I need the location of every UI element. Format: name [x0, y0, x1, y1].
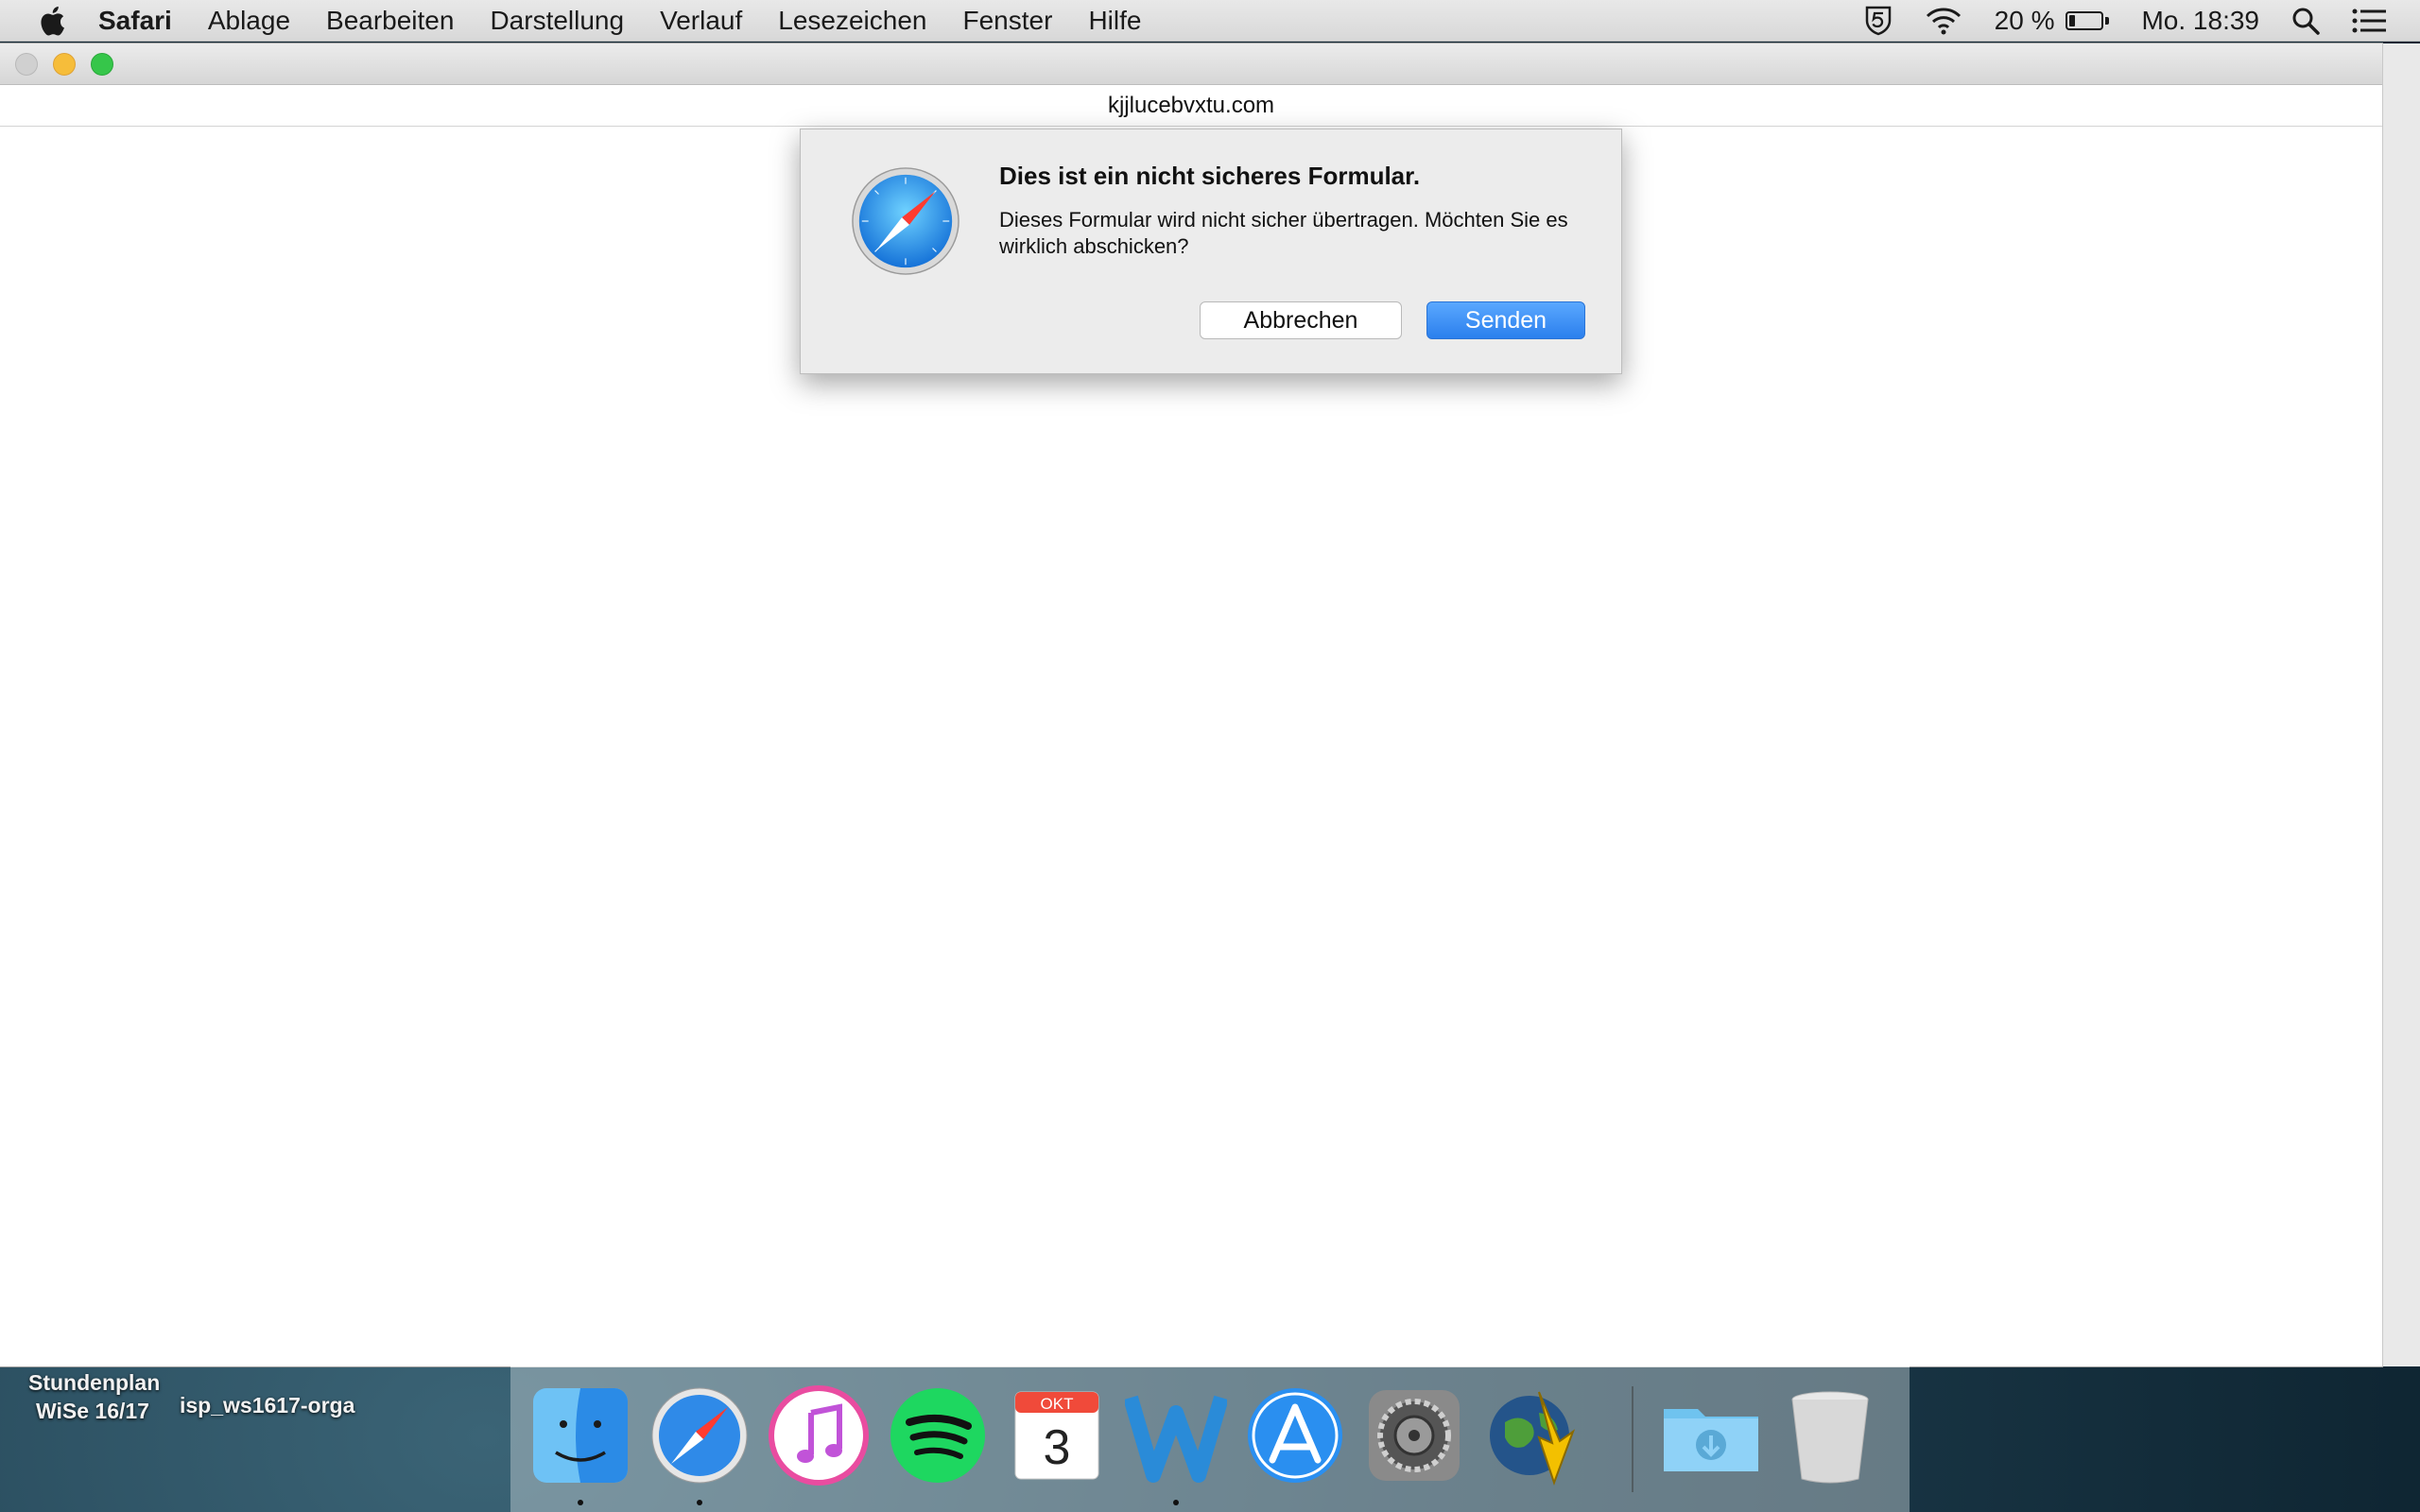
- menu-fenster[interactable]: Fenster: [963, 6, 1053, 36]
- safari-icon[interactable]: [648, 1384, 751, 1486]
- insecure-form-dialog: Dies ist ein nicht sicheres Formular. Di…: [800, 129, 1622, 374]
- window-minimize-button[interactable]: [53, 53, 76, 76]
- window-titlebar[interactable]: [0, 43, 2382, 85]
- dock-separator: [1632, 1386, 1634, 1492]
- battery-fill: [2069, 14, 2076, 26]
- desktop-item-label: Stundenplan: [28, 1370, 161, 1395]
- desktop-item-stundenplan[interactable]: Stundenplan WiSe 16/17: [28, 1368, 160, 1425]
- address-bar[interactable]: kjjlucebvxtu.com: [0, 85, 2382, 127]
- window-fullscreen-button[interactable]: [91, 53, 113, 76]
- menu-verlauf[interactable]: Verlauf: [660, 6, 742, 36]
- shield-5-icon[interactable]: [1864, 5, 1893, 37]
- address-url: kjjlucebvxtu.com: [1107, 92, 1275, 118]
- safari-running-indicator: [697, 1500, 702, 1505]
- spotify-icon[interactable]: [887, 1384, 989, 1486]
- safari-compass-icon: [852, 167, 959, 275]
- dock: OKT 3: [510, 1366, 1910, 1512]
- wifi-icon[interactable]: [1925, 7, 1962, 35]
- menu-bar: Safari Ablage Bearbeiten Darstellung Ver…: [0, 0, 2420, 42]
- spotlight-search-icon[interactable]: [2291, 7, 2320, 35]
- word-icon[interactable]: [1125, 1384, 1227, 1486]
- app-store-icon[interactable]: [1244, 1384, 1346, 1486]
- menu-lesezeichen[interactable]: Lesezeichen: [778, 6, 926, 36]
- calendar-icon[interactable]: OKT 3: [1006, 1384, 1108, 1486]
- window-edge: [2382, 43, 2420, 1366]
- menu-clock[interactable]: Mo. 18:39: [2141, 6, 2259, 36]
- desktop-item-label: WiSe 16/17: [36, 1399, 149, 1423]
- trash-icon[interactable]: [1779, 1384, 1881, 1486]
- menu-ablage[interactable]: Ablage: [208, 6, 290, 36]
- downloads-folder-icon[interactable]: [1660, 1384, 1762, 1486]
- finder-icon[interactable]: [529, 1384, 631, 1486]
- menu-darstellung[interactable]: Darstellung: [490, 6, 624, 36]
- system-preferences-icon[interactable]: [1363, 1384, 1465, 1486]
- cancel-button[interactable]: Abbrechen: [1200, 301, 1402, 339]
- calendar-day: 3: [1044, 1420, 1071, 1475]
- desktop-item-label: isp_ws1617-orga: [180, 1393, 355, 1418]
- battery-percent: 20 %: [1994, 5, 2055, 35]
- battery-tip: [2105, 16, 2110, 25]
- jdownloader-icon[interactable]: [1482, 1384, 1584, 1486]
- menu-hilfe[interactable]: Hilfe: [1088, 6, 1141, 36]
- dialog-message: Dieses Formular wird nicht sicher übertr…: [999, 208, 1568, 258]
- calendar-month: OKT: [1041, 1395, 1074, 1413]
- send-button[interactable]: Senden: [1426, 301, 1585, 339]
- battery-status[interactable]: 20 %: [1995, 6, 2110, 36]
- dialog-title: Dies ist ein nicht sicheres Formular.: [999, 162, 1421, 190]
- menu-bearbeiten[interactable]: Bearbeiten: [326, 6, 454, 36]
- notification-center-icon[interactable]: [2352, 8, 2386, 34]
- menu-safari[interactable]: Safari: [98, 6, 172, 36]
- apple-icon[interactable]: [38, 6, 66, 36]
- finder-running-indicator: [578, 1500, 583, 1505]
- desktop-item-isp-orga[interactable]: isp_ws1617-orga: [180, 1391, 354, 1419]
- window-close-button[interactable]: [15, 53, 38, 76]
- itunes-icon[interactable]: [768, 1384, 870, 1486]
- battery-icon: [2066, 10, 2104, 30]
- word-running-indicator: [1173, 1500, 1179, 1505]
